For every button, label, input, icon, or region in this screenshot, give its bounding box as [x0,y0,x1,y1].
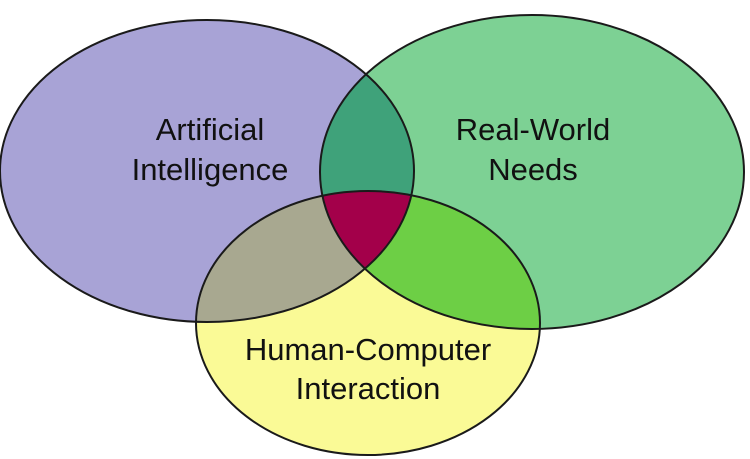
needs-label-line2: Needs [488,152,578,187]
venn-diagram: Artificial Intelligence Real-World Needs… [0,0,750,459]
venn-diagram-svg: Artificial Intelligence Real-World Needs… [0,14,745,456]
hci-label-line1: Human-Computer [245,332,491,367]
ai-label-line2: Intelligence [132,152,289,187]
hci-label-line2: Interaction [296,371,441,406]
ai-label-line1: Artificial [156,112,265,147]
needs-label-line1: Real-World [456,112,610,147]
